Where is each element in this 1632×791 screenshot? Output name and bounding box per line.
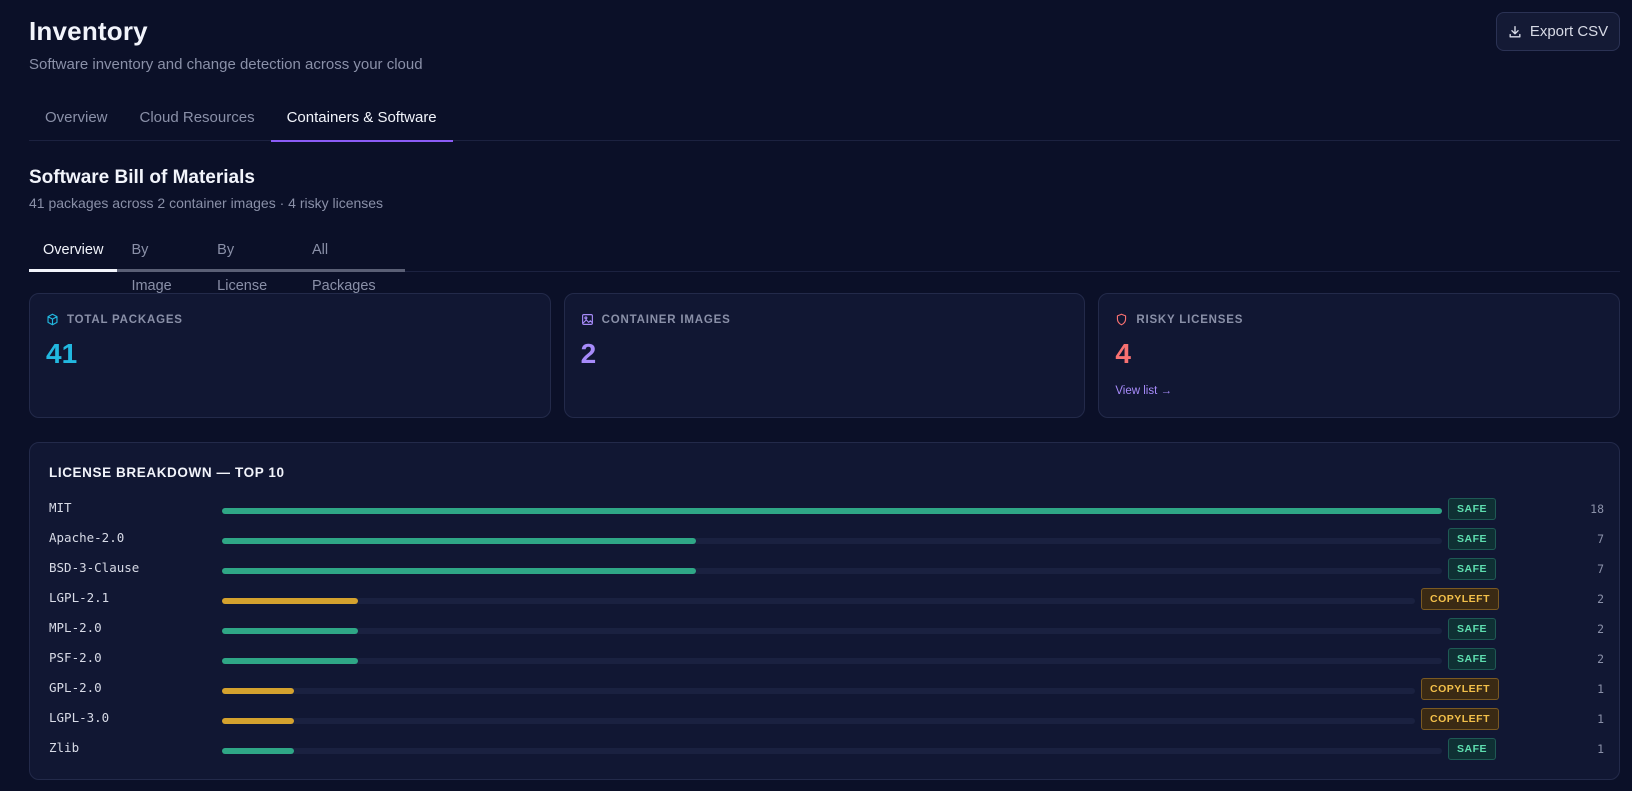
license-name: PSF-2.0 bbox=[49, 650, 102, 665]
license-bar-track bbox=[222, 718, 1415, 724]
subtab-by-license[interactable]: By License bbox=[203, 232, 298, 294]
safe-badge: SAFE bbox=[1448, 528, 1497, 550]
license-bar-fill bbox=[222, 718, 294, 724]
license-bar-track bbox=[222, 598, 1415, 604]
sbom-sub-tabs: Overview By Image By License All Package… bbox=[29, 232, 1620, 294]
tab-containers-software[interactable]: Containers & Software bbox=[270, 96, 453, 142]
safe-badge: SAFE bbox=[1448, 648, 1497, 670]
license-row: GPL-2.0 COPYLEFT 1 bbox=[49, 676, 1604, 706]
license-row: Zlib SAFE 1 bbox=[49, 736, 1604, 766]
license-bar-fill bbox=[222, 508, 1442, 514]
license-row: MIT SAFE 18 bbox=[49, 496, 1604, 526]
license-bar-fill bbox=[222, 688, 294, 694]
license-name: LGPL-3.0 bbox=[49, 710, 110, 725]
license-name: BSD-3-Clause bbox=[49, 560, 140, 575]
container-images-label: CONTAINER IMAGES bbox=[601, 313, 731, 326]
license-bar-track bbox=[222, 628, 1442, 634]
license-bar-track bbox=[222, 508, 1442, 514]
container-images-card: CONTAINER IMAGES 2 bbox=[563, 293, 1086, 418]
license-row: BSD-3-Clause SAFE 7 bbox=[49, 556, 1604, 586]
license-row: Apache-2.0 SAFE 7 bbox=[49, 526, 1604, 556]
license-bar-fill bbox=[222, 628, 358, 634]
license-bar-fill bbox=[222, 748, 294, 754]
license-bar-track bbox=[222, 688, 1415, 694]
license-rows: MIT SAFE 18 Apache-2.0 SAFE 7 BSD-3-Clause SAFE… bbox=[49, 496, 1604, 766]
tab-cloud-resources[interactable]: Cloud Resources bbox=[124, 96, 271, 141]
risky-licenses-value: 4 bbox=[1115, 338, 1131, 369]
license-name: Zlib bbox=[49, 740, 80, 755]
license-row: PSF-2.0 SAFE 2 bbox=[49, 646, 1604, 676]
export-csv-button[interactable]: Export CSV bbox=[1496, 12, 1620, 51]
license-count: 2 bbox=[1597, 592, 1604, 606]
license-breakdown-panel: LICENSE BREAKDOWN — TOP 10 MIT SAFE 18 Apac… bbox=[29, 442, 1620, 780]
section-subtitle: 41 packages across 2 container images · … bbox=[29, 195, 384, 211]
container-images-value: 2 bbox=[580, 338, 597, 369]
license-count: 18 bbox=[1590, 502, 1604, 516]
risky-licenses-label: RISKY LICENSES bbox=[1136, 313, 1244, 326]
tab-overview[interactable]: Overview bbox=[29, 96, 124, 141]
license-name: Apache-2.0 bbox=[49, 530, 125, 545]
license-count: 7 bbox=[1597, 562, 1604, 576]
shield-icon bbox=[1117, 313, 1127, 326]
license-count: 1 bbox=[1597, 682, 1604, 696]
license-bar-fill bbox=[222, 658, 358, 664]
license-name: MPL-2.0 bbox=[49, 620, 102, 635]
export-csv-label: Export CSV bbox=[1529, 23, 1609, 40]
safe-badge: SAFE bbox=[1448, 738, 1497, 760]
license-bar-track bbox=[222, 658, 1442, 664]
license-count: 2 bbox=[1597, 622, 1604, 636]
total-packages-card: TOTAL PACKAGES 41 bbox=[29, 293, 551, 418]
license-bar-fill bbox=[222, 538, 697, 544]
license-row: LGPL-2.1 COPYLEFT 2 bbox=[49, 586, 1604, 616]
license-row: LGPL-3.0 COPYLEFT 1 bbox=[49, 706, 1604, 736]
safe-badge: SAFE bbox=[1448, 618, 1497, 640]
page-subtitle: Software inventory and change detection … bbox=[29, 56, 423, 73]
stat-cards: TOTAL PACKAGES 41 CONTAINER IMAGES 2 RIS… bbox=[29, 293, 1621, 418]
subtab-by-image[interactable]: By Image bbox=[117, 232, 203, 294]
license-count: 2 bbox=[1597, 652, 1604, 666]
view-list-link[interactable]: View list → bbox=[1115, 385, 1172, 397]
subtab-overview[interactable]: Overview bbox=[29, 232, 118, 272]
page-header: Inventory Software inventory and change … bbox=[29, 0, 1620, 92]
subtab-all-packages[interactable]: All Packages bbox=[298, 232, 405, 294]
license-name: MIT bbox=[49, 500, 72, 515]
license-bar-track bbox=[222, 568, 1442, 574]
top-tabs: Overview Cloud Resources Containers & So… bbox=[29, 96, 1620, 142]
license-bar-track bbox=[222, 748, 1442, 754]
inventory-page: Inventory Software inventory and change … bbox=[29, 0, 1621, 780]
license-count: 7 bbox=[1597, 532, 1604, 546]
license-count: 1 bbox=[1597, 742, 1604, 756]
license-breakdown-title: LICENSE BREAKDOWN — TOP 10 bbox=[49, 465, 285, 480]
download-icon bbox=[1509, 25, 1521, 38]
license-name: GPL-2.0 bbox=[49, 680, 102, 695]
cube-icon bbox=[47, 313, 58, 326]
copyleft-badge: COPYLEFT bbox=[1421, 588, 1500, 610]
total-packages-label: TOTAL PACKAGES bbox=[67, 313, 183, 326]
page-title: Inventory bbox=[29, 16, 148, 46]
copyleft-badge: COPYLEFT bbox=[1421, 708, 1500, 730]
image-icon bbox=[581, 314, 593, 325]
license-name: LGPL-2.1 bbox=[49, 590, 110, 605]
safe-badge: SAFE bbox=[1448, 558, 1497, 580]
total-packages-value: 41 bbox=[46, 338, 78, 369]
license-count: 1 bbox=[1597, 712, 1604, 726]
license-bar-fill bbox=[222, 568, 697, 574]
risky-licenses-card: RISKY LICENSES 4 View list → bbox=[1098, 293, 1621, 418]
license-row: MPL-2.0 SAFE 2 bbox=[49, 616, 1604, 646]
license-bar-fill bbox=[222, 598, 358, 604]
license-bar-track bbox=[222, 538, 1442, 544]
safe-badge: SAFE bbox=[1448, 498, 1497, 520]
copyleft-badge: COPYLEFT bbox=[1421, 678, 1500, 700]
section-title: Software Bill of Materials bbox=[29, 167, 255, 188]
